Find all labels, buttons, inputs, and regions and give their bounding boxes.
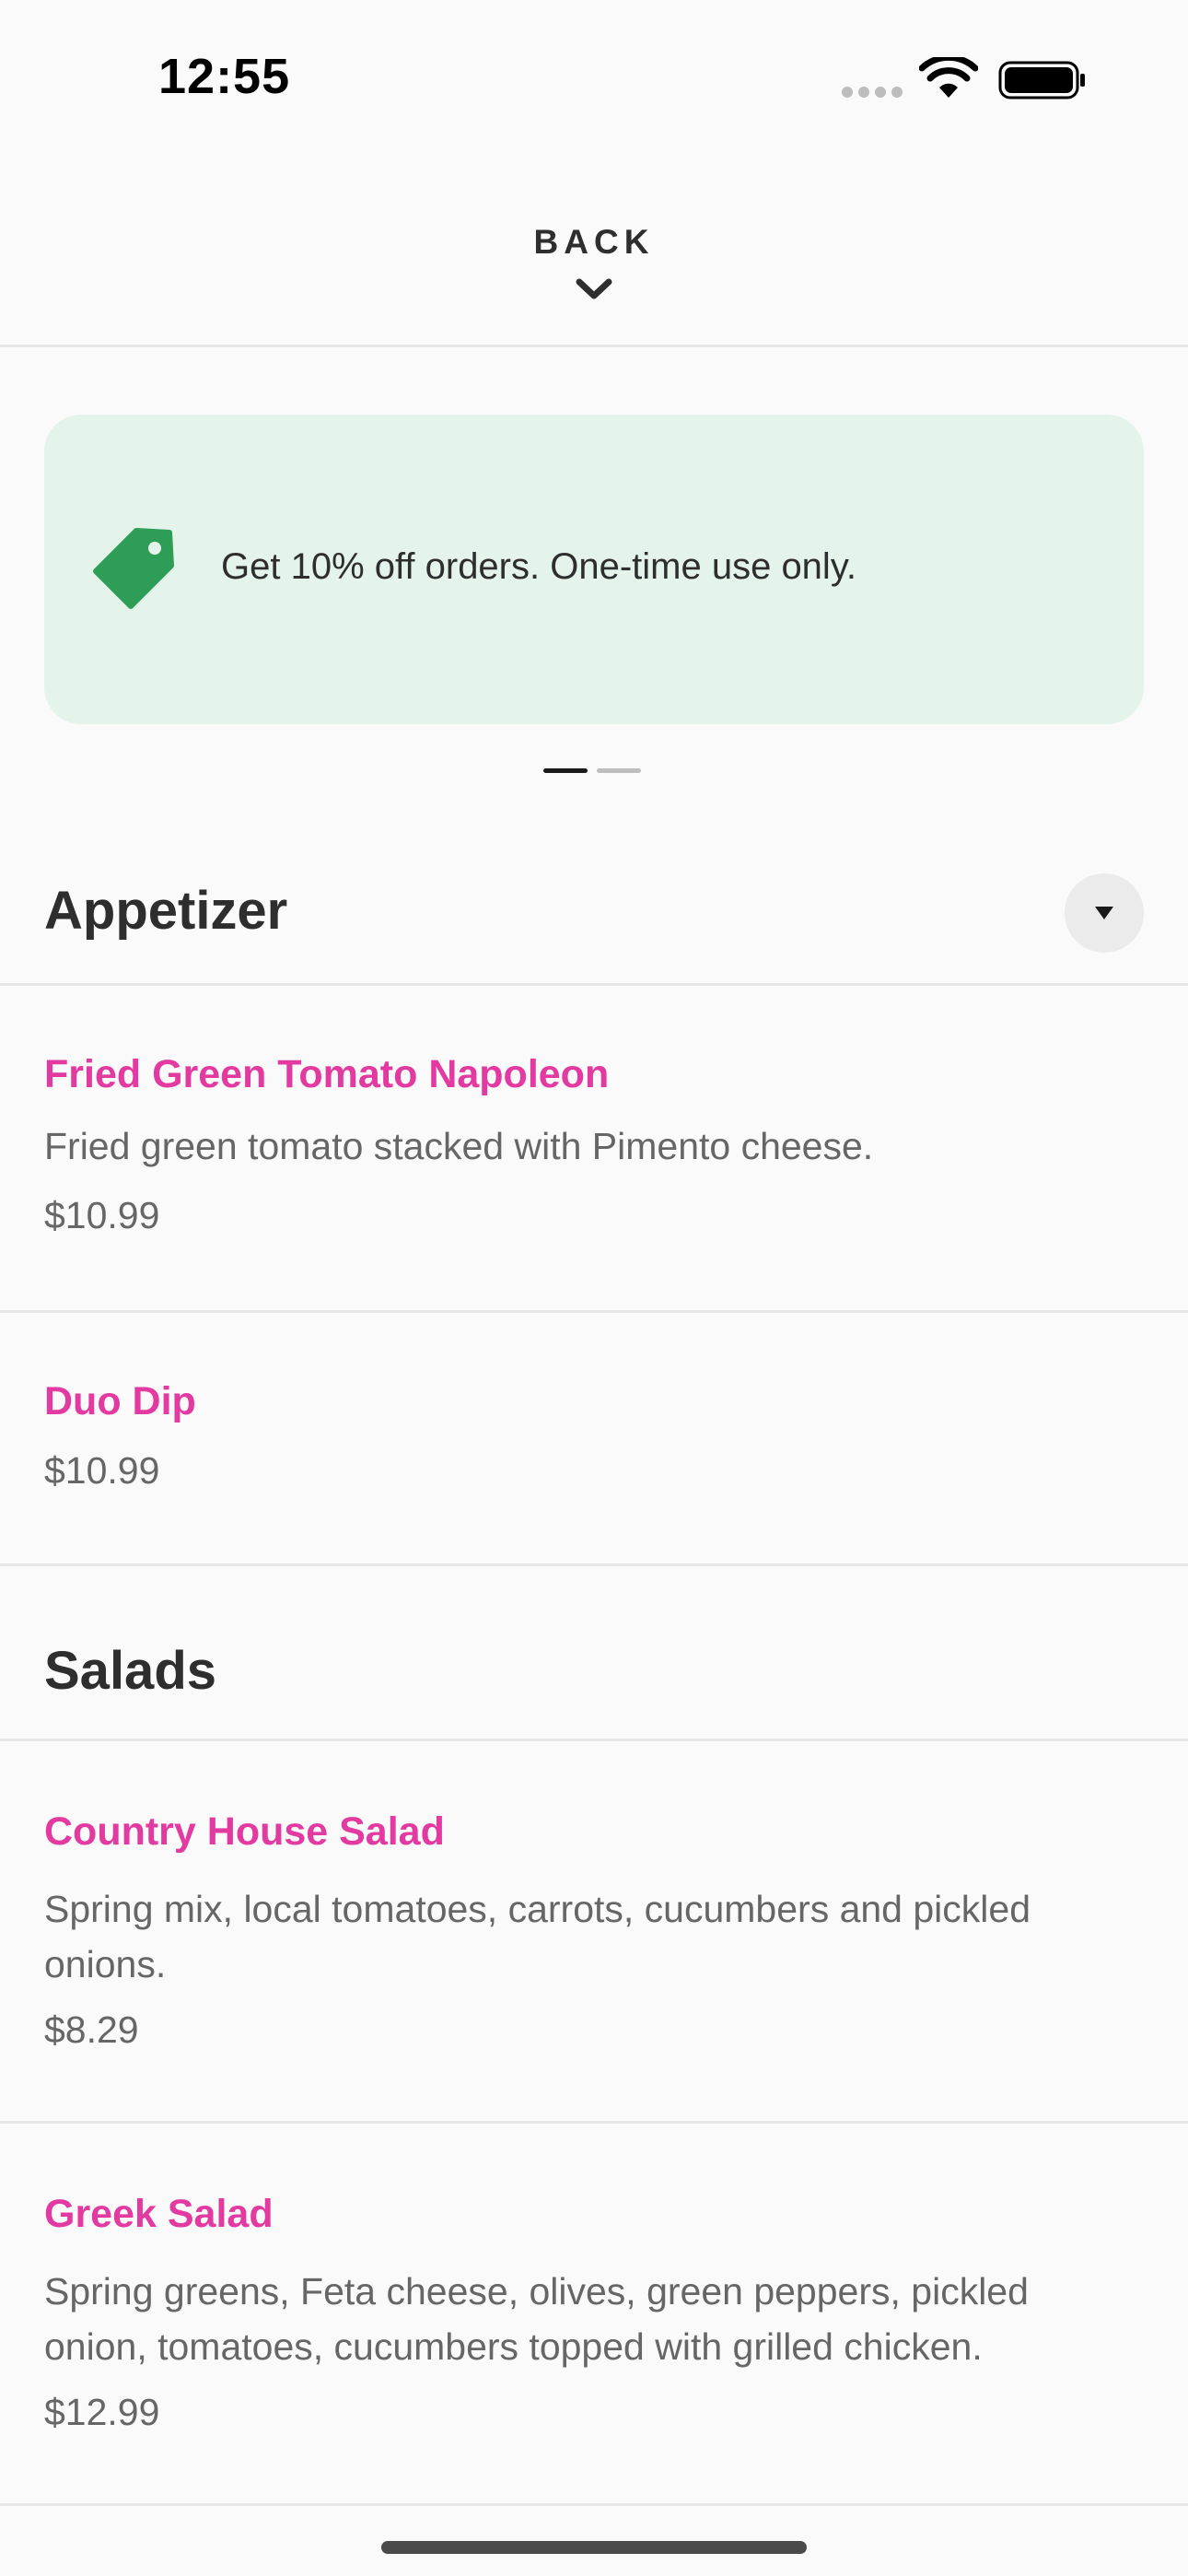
chevron-down-icon bbox=[576, 278, 612, 299]
collapse-button[interactable] bbox=[1065, 873, 1144, 953]
back-button[interactable]: BACK bbox=[0, 205, 1188, 347]
menu-item[interactable]: Duo Dip $10.99 bbox=[0, 1313, 1188, 1566]
promo-text: Get 10% off orders. One-time use only. bbox=[221, 546, 856, 587]
caret-down-icon bbox=[1095, 907, 1113, 919]
menu-item[interactable]: Fried Green Tomato Napoleon Fried green … bbox=[0, 986, 1188, 1313]
section-title: Appetizer bbox=[44, 881, 288, 941]
menu-item[interactable]: Country House Salad Spring mix, local to… bbox=[0, 1741, 1188, 2124]
item-description: Spring mix, local tomatoes, carrots, cuc… bbox=[44, 1888, 1031, 1985]
home-indicator[interactable] bbox=[381, 2541, 807, 2554]
promo-card[interactable]: Get 10% off orders. One-time use only. bbox=[44, 415, 1144, 724]
item-price: $10.99 bbox=[44, 1194, 160, 1236]
status-time: 12:55 bbox=[158, 49, 291, 104]
battery-icon bbox=[998, 61, 1085, 100]
item-price: $12.99 bbox=[44, 2391, 160, 2433]
item-name: Greek Salad bbox=[44, 2192, 274, 2236]
wifi-icon bbox=[919, 57, 978, 98]
cellular-signal-icon bbox=[842, 87, 903, 98]
item-description: Spring greens, Feta cheese, olives, gree… bbox=[44, 2270, 1029, 2368]
menu-item[interactable]: Greek Salad Spring greens, Feta cheese, … bbox=[0, 2124, 1188, 2506]
section-title: Salads bbox=[44, 1641, 216, 1701]
item-price: $10.99 bbox=[44, 1449, 160, 1492]
status-bar: 12:55 bbox=[0, 0, 1188, 161]
item-name: Country House Salad bbox=[44, 1809, 445, 1854]
pager-dot-active[interactable] bbox=[543, 768, 588, 773]
pager-dot[interactable] bbox=[597, 768, 641, 773]
item-description: Fried green tomato stacked with Pimento … bbox=[44, 1125, 874, 1167]
item-name: Fried Green Tomato Napoleon bbox=[44, 1052, 610, 1096]
item-name: Duo Dip bbox=[44, 1379, 196, 1423]
promo-pager bbox=[543, 768, 641, 773]
tag-icon bbox=[93, 528, 174, 609]
section-header-salads: Salads bbox=[0, 1566, 1188, 1741]
item-price: $8.29 bbox=[44, 2008, 139, 2051]
back-label: BACK bbox=[533, 223, 655, 261]
section-header-appetizer: Appetizer bbox=[0, 838, 1188, 986]
